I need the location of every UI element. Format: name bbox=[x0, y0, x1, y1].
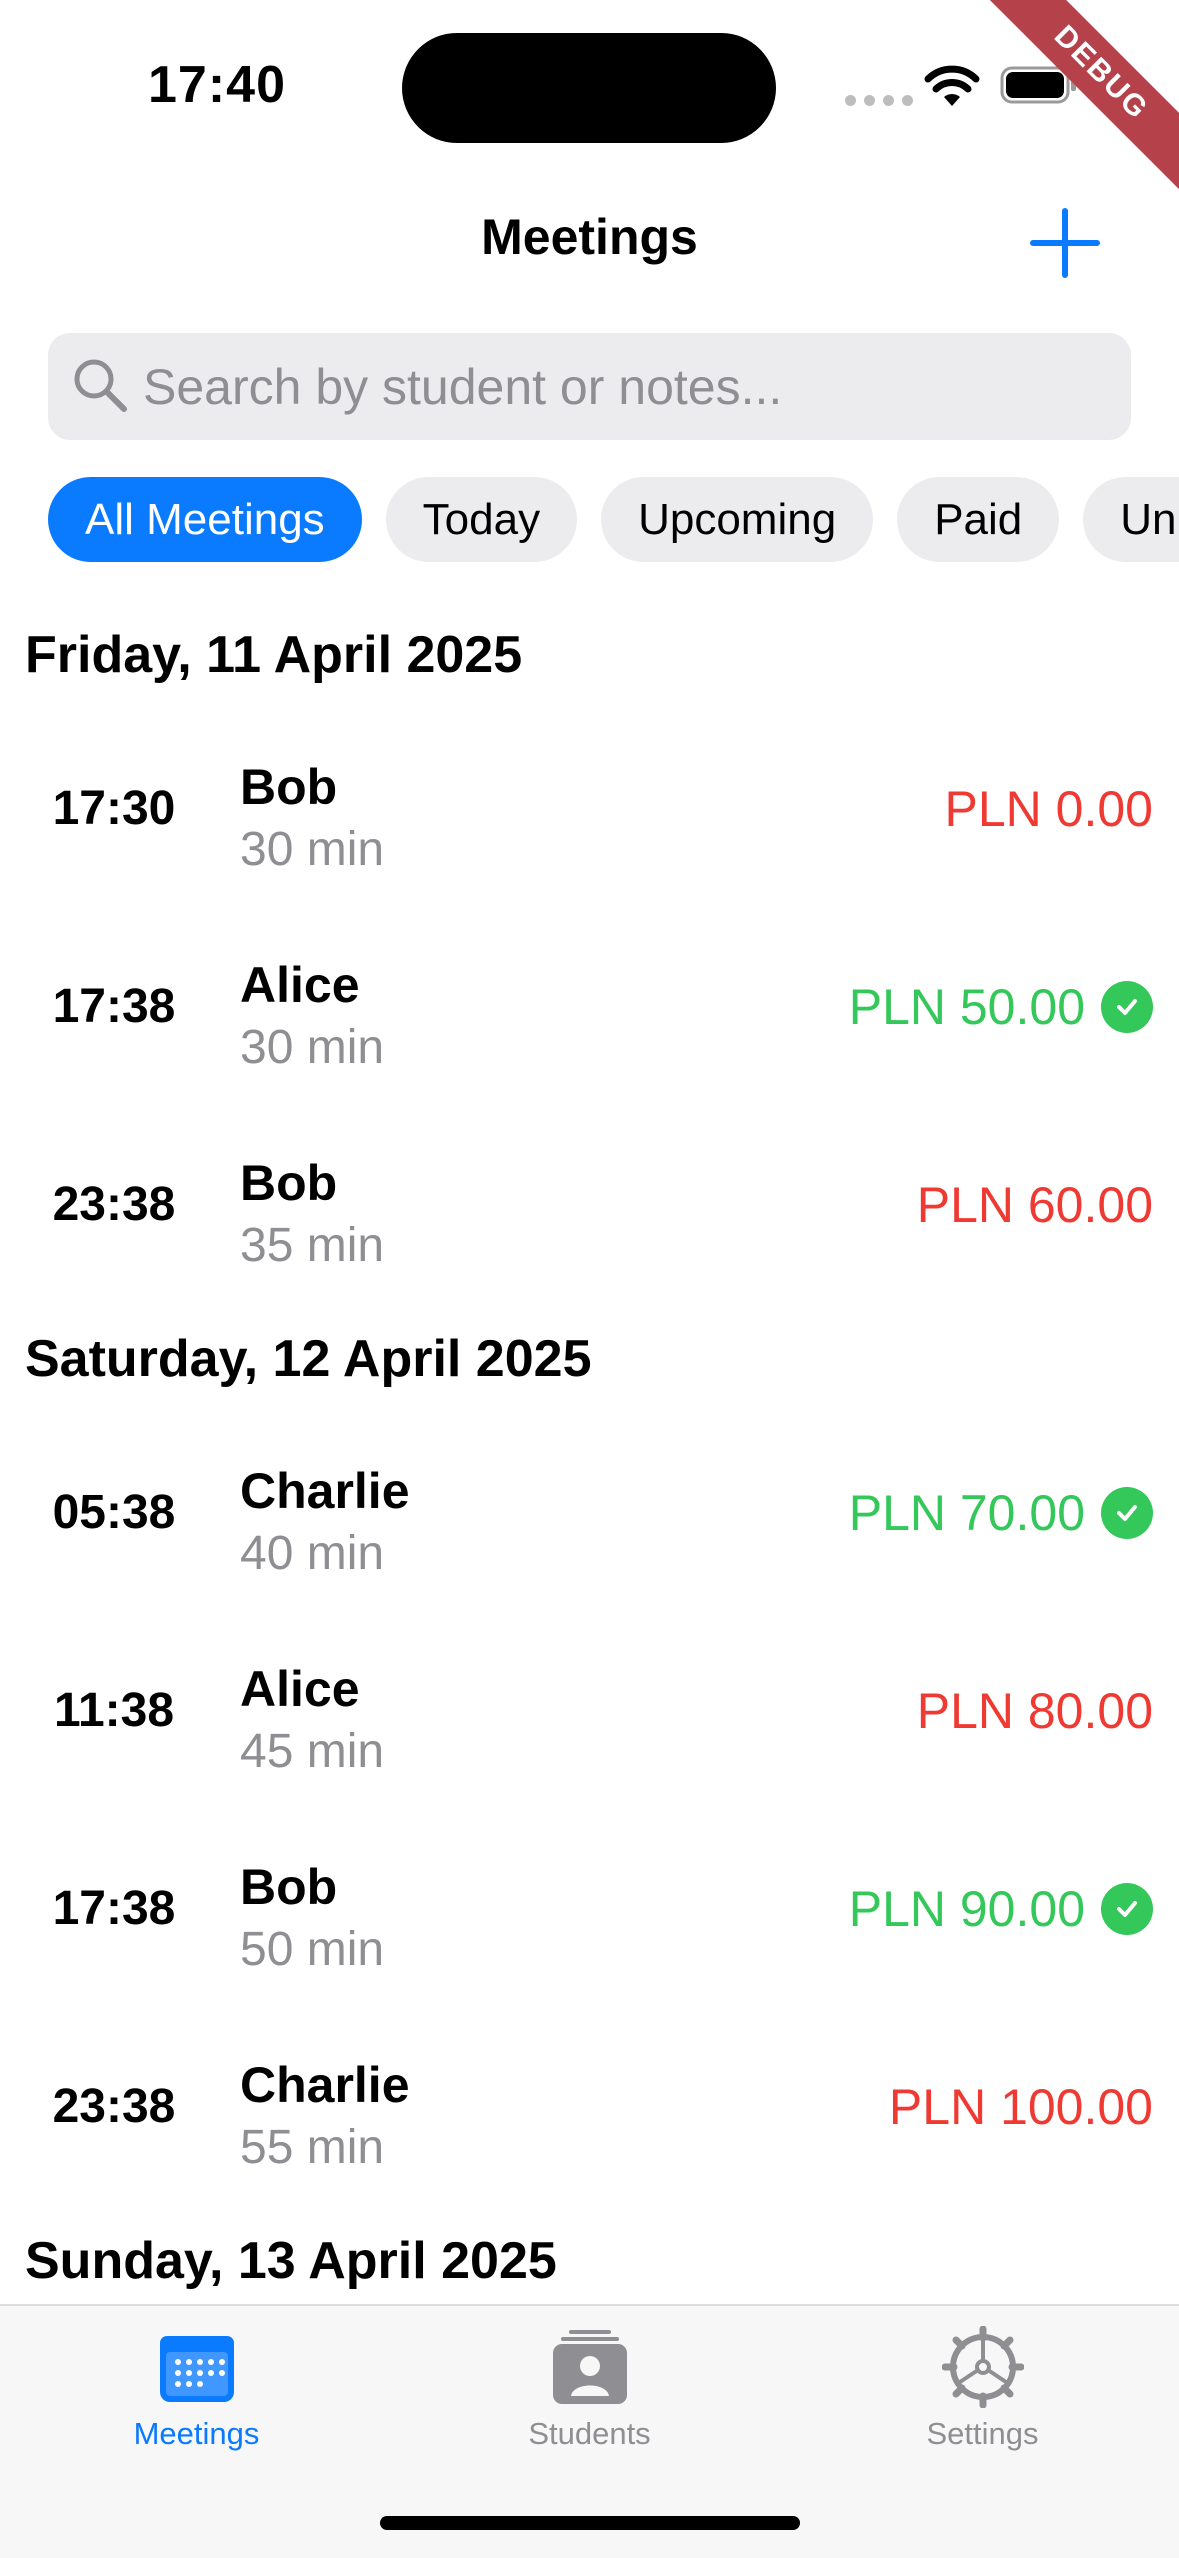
meeting-time: 11:38 bbox=[53, 1684, 175, 1737]
amount-text: PLN 60.00 bbox=[916, 1177, 1153, 1233]
amount-text: PLN 50.00 bbox=[848, 979, 1085, 1035]
meeting-row[interactable]: 11:38 Alice 45 min PLN 80.00 bbox=[0, 1612, 1179, 1810]
student-name: Bob bbox=[240, 1155, 338, 1211]
amount-text: PLN 90.00 bbox=[848, 1881, 1085, 1937]
date-section-header: Saturday, 12 April 2025 bbox=[25, 1330, 592, 1388]
tab-settings[interactable]: Settings bbox=[786, 2306, 1179, 2466]
student-name: Alice bbox=[240, 957, 360, 1013]
amount-text: PLN 70.00 bbox=[848, 1485, 1085, 1541]
meeting-time: 17:30 bbox=[52, 782, 176, 835]
paid-check-icon bbox=[1101, 981, 1153, 1033]
cellular-signal-icon bbox=[845, 95, 913, 106]
payment-amount: PLN 100.00 bbox=[889, 2008, 1153, 2206]
student-name: Charlie bbox=[240, 2057, 410, 2113]
gear-icon bbox=[942, 2326, 1024, 2408]
status-bar: 17:40 DEBUG bbox=[0, 0, 1179, 199]
tab-meetings[interactable]: Meetings bbox=[0, 2306, 393, 2466]
filter-chips: All Meetings Today Upcoming Paid Unpaid bbox=[48, 477, 1179, 562]
date-section-header: Friday, 11 April 2025 bbox=[25, 626, 523, 684]
filter-chip-paid[interactable]: Paid bbox=[897, 477, 1060, 562]
page-title: Meetings bbox=[481, 209, 698, 265]
student-name: Charlie bbox=[240, 1463, 410, 1519]
filter-chip-unpaid[interactable]: Unpaid bbox=[1083, 477, 1179, 562]
meeting-row[interactable]: 23:38 Bob 35 min PLN 60.00 bbox=[0, 1106, 1179, 1304]
student-name: Bob bbox=[240, 759, 338, 815]
person-card-icon bbox=[553, 2330, 627, 2404]
meeting-duration: 55 min bbox=[240, 2121, 385, 2174]
wifi-icon bbox=[924, 65, 980, 106]
tab-label: Settings bbox=[926, 2416, 1039, 2451]
tab-students[interactable]: Students bbox=[393, 2306, 786, 2466]
search-icon bbox=[74, 359, 127, 412]
plus-icon bbox=[1030, 208, 1100, 278]
paid-check-icon bbox=[1101, 1487, 1153, 1539]
status-time: 17:40 bbox=[148, 56, 286, 114]
meeting-list[interactable]: Friday, 11 April 2025 17:30 Bob 30 min PLN 0… bbox=[0, 600, 1179, 2304]
payment-amount: PLN 0.00 bbox=[945, 710, 1153, 908]
meeting-time: 05:38 bbox=[52, 1486, 176, 1539]
payment-amount: PLN 90.00 bbox=[849, 1810, 1153, 2008]
meeting-duration: 45 min bbox=[240, 1725, 385, 1778]
filter-chip-all-meetings[interactable]: All Meetings bbox=[48, 477, 362, 562]
meeting-row[interactable]: 17:38 Alice 30 min PLN 50.00 bbox=[0, 908, 1179, 1106]
calendar-icon bbox=[160, 2336, 234, 2402]
student-name: Bob bbox=[240, 1859, 338, 1915]
meeting-row[interactable]: 17:30 Bob 30 min PLN 0.00 bbox=[0, 710, 1179, 908]
meeting-duration: 30 min bbox=[240, 1021, 385, 1074]
payment-amount: PLN 80.00 bbox=[917, 1612, 1153, 1810]
meeting-time: 17:38 bbox=[52, 1882, 176, 1935]
meeting-duration: 50 min bbox=[240, 1923, 385, 1976]
meeting-row[interactable]: 23:38 Charlie 55 min PLN 100.00 bbox=[0, 2008, 1179, 2206]
meeting-duration: 40 min bbox=[240, 1527, 385, 1580]
payment-amount: PLN 70.00 bbox=[849, 1414, 1153, 1612]
meeting-time: 23:38 bbox=[52, 1178, 176, 1231]
home-indicator bbox=[380, 2516, 800, 2530]
payment-amount: PLN 50.00 bbox=[849, 908, 1153, 1106]
filter-chip-upcoming[interactable]: Upcoming bbox=[601, 477, 874, 562]
search-bar[interactable] bbox=[48, 333, 1131, 440]
meeting-duration: 30 min bbox=[240, 823, 385, 876]
tab-label: Students bbox=[528, 2416, 651, 2451]
meeting-time: 17:38 bbox=[52, 980, 176, 1033]
meeting-time: 23:38 bbox=[52, 2080, 176, 2133]
payment-amount: PLN 60.00 bbox=[917, 1106, 1153, 1304]
date-section-header: Sunday, 13 April 2025 bbox=[25, 2232, 557, 2290]
amount-text: PLN 0.00 bbox=[944, 781, 1153, 837]
add-meeting-button[interactable] bbox=[1030, 208, 1100, 278]
meeting-row[interactable]: 17:38 Bob 50 min PLN 90.00 bbox=[0, 1810, 1179, 2008]
meeting-duration: 35 min bbox=[240, 1219, 385, 1272]
dynamic-island bbox=[402, 33, 776, 143]
tab-label: Meetings bbox=[133, 2416, 260, 2451]
amount-text: PLN 100.00 bbox=[888, 2079, 1153, 2135]
amount-text: PLN 80.00 bbox=[916, 1683, 1153, 1739]
meeting-row[interactable]: 05:38 Charlie 40 min PLN 70.00 bbox=[0, 1414, 1179, 1612]
filter-chip-today[interactable]: Today bbox=[385, 477, 578, 562]
paid-check-icon bbox=[1101, 1883, 1153, 1935]
search-input[interactable] bbox=[143, 333, 1103, 440]
student-name: Alice bbox=[240, 1661, 360, 1717]
